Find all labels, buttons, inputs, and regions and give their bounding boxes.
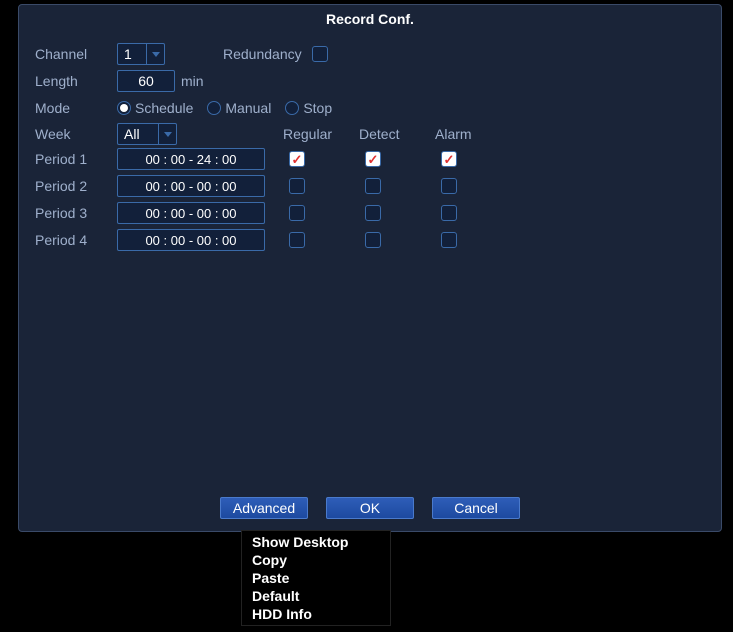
period1-regular-checkbox[interactable] — [289, 151, 305, 167]
period2-alarm-checkbox[interactable] — [441, 178, 457, 194]
channel-value: 1 — [124, 46, 132, 62]
menu-show-desktop[interactable]: Show Desktop — [242, 533, 390, 551]
channel-select[interactable]: 1 — [117, 43, 165, 65]
period4-regular-checkbox[interactable] — [289, 232, 305, 248]
mode-stop-radio[interactable] — [285, 101, 299, 115]
redundancy-label: Redundancy — [223, 46, 302, 62]
mode-manual-radio[interactable] — [207, 101, 221, 115]
length-label: Length — [35, 73, 117, 89]
record-conf-window: Record Conf. Channel 1 Redundancy Length… — [18, 4, 722, 532]
mode-schedule-label: Schedule — [135, 100, 193, 116]
redundancy-checkbox[interactable] — [312, 46, 328, 62]
ok-button[interactable]: OK — [326, 497, 414, 519]
mode-label: Mode — [35, 100, 117, 116]
content-area: Channel 1 Redundancy Length 60 min Mode … — [19, 37, 721, 258]
period3-regular-checkbox[interactable] — [289, 205, 305, 221]
period2-regular-checkbox[interactable] — [289, 178, 305, 194]
col-detect: Detect — [359, 126, 435, 142]
period2-label: Period 2 — [35, 178, 117, 194]
col-alarm: Alarm — [435, 126, 511, 142]
mode-schedule-radio[interactable] — [117, 101, 131, 115]
period4-time-input[interactable]: 00 : 00 - 00 : 00 — [117, 229, 265, 251]
menu-hdd-info[interactable]: HDD Info — [242, 605, 390, 623]
period2-time-input[interactable]: 00 : 00 - 00 : 00 — [117, 175, 265, 197]
channel-label: Channel — [35, 46, 117, 62]
period1-time-input[interactable]: 00 : 00 - 24 : 00 — [117, 148, 265, 170]
period1-detect-checkbox[interactable] — [365, 151, 381, 167]
length-value: 60 — [138, 73, 154, 89]
menu-default[interactable]: Default — [242, 587, 390, 605]
window-title: Record Conf. — [19, 5, 721, 37]
mode-stop-label: Stop — [303, 100, 332, 116]
cancel-button[interactable]: Cancel — [432, 497, 520, 519]
period4-alarm-checkbox[interactable] — [441, 232, 457, 248]
mode-manual-label: Manual — [225, 100, 271, 116]
week-value: All — [124, 126, 140, 142]
week-label: Week — [35, 126, 117, 142]
period3-label: Period 3 — [35, 205, 117, 221]
period2-detect-checkbox[interactable] — [365, 178, 381, 194]
length-unit: min — [181, 73, 204, 89]
length-input[interactable]: 60 — [117, 70, 175, 92]
footer-buttons: Advanced OK Cancel — [19, 497, 721, 519]
period3-time-input[interactable]: 00 : 00 - 00 : 00 — [117, 202, 265, 224]
period4-detect-checkbox[interactable] — [365, 232, 381, 248]
period1-alarm-checkbox[interactable] — [441, 151, 457, 167]
period3-detect-checkbox[interactable] — [365, 205, 381, 221]
menu-paste[interactable]: Paste — [242, 569, 390, 587]
period1-label: Period 1 — [35, 151, 117, 167]
week-select[interactable]: All — [117, 123, 177, 145]
chevron-down-icon — [146, 44, 164, 64]
period4-label: Period 4 — [35, 232, 117, 248]
advanced-context-menu: Show Desktop Copy Paste Default HDD Info — [241, 530, 391, 626]
menu-copy[interactable]: Copy — [242, 551, 390, 569]
period3-alarm-checkbox[interactable] — [441, 205, 457, 221]
advanced-button[interactable]: Advanced — [220, 497, 308, 519]
col-regular: Regular — [283, 126, 359, 142]
chevron-down-icon — [158, 124, 176, 144]
